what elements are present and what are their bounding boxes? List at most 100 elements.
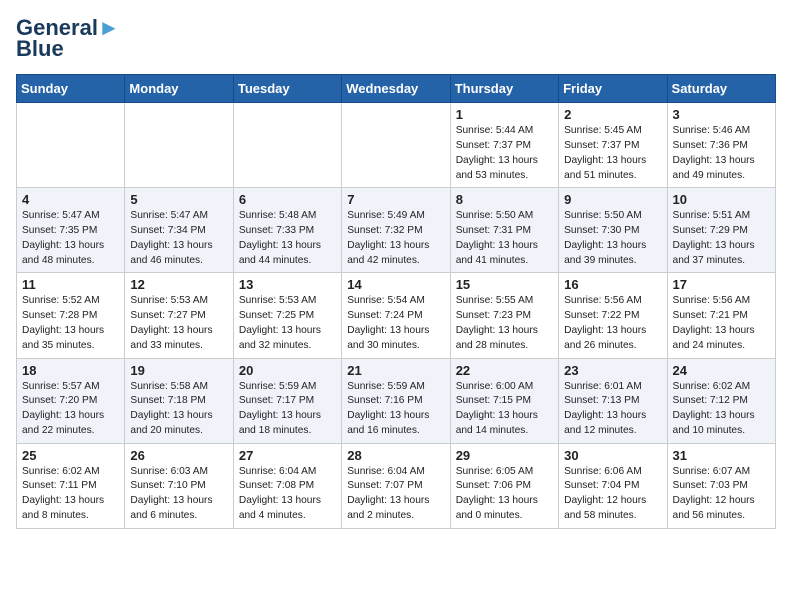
calendar-day-cell bbox=[233, 103, 341, 188]
day-number: 3 bbox=[673, 107, 770, 122]
day-info: Sunrise: 5:45 AM Sunset: 7:37 PM Dayligh… bbox=[564, 124, 661, 183]
day-number: 12 bbox=[130, 277, 227, 292]
day-number: 19 bbox=[130, 363, 227, 378]
calendar-day-cell: 24 Sunrise: 6:02 AM Sunset: 7:12 PM Dayli… bbox=[667, 358, 775, 443]
calendar-day-cell: 26 Sunrise: 6:03 AM Sunset: 7:10 PM Dayli… bbox=[125, 443, 233, 528]
calendar-day-cell: 5 Sunrise: 5:47 AM Sunset: 7:34 PM Daylig… bbox=[125, 188, 233, 273]
day-info: Sunrise: 6:02 AM Sunset: 7:11 PM Dayligh… bbox=[22, 465, 119, 524]
calendar-day-cell: 22 Sunrise: 6:00 AM Sunset: 7:15 PM Dayli… bbox=[450, 358, 558, 443]
calendar-week-row: 18 Sunrise: 5:57 AM Sunset: 7:20 PM Dayli… bbox=[17, 358, 776, 443]
day-info: Sunrise: 6:03 AM Sunset: 7:10 PM Dayligh… bbox=[130, 465, 227, 524]
day-info: Sunrise: 5:53 AM Sunset: 7:27 PM Dayligh… bbox=[130, 294, 227, 353]
day-number: 18 bbox=[22, 363, 119, 378]
day-number: 11 bbox=[22, 277, 119, 292]
day-number: 9 bbox=[564, 192, 661, 207]
day-info: Sunrise: 5:50 AM Sunset: 7:30 PM Dayligh… bbox=[564, 209, 661, 268]
calendar-day-cell: 13 Sunrise: 5:53 AM Sunset: 7:25 PM Dayli… bbox=[233, 273, 341, 358]
day-info: Sunrise: 5:54 AM Sunset: 7:24 PM Dayligh… bbox=[347, 294, 444, 353]
day-of-week-header: Tuesday bbox=[233, 75, 341, 103]
calendar-day-cell: 30 Sunrise: 6:06 AM Sunset: 7:04 PM Dayli… bbox=[559, 443, 667, 528]
day-number: 15 bbox=[456, 277, 553, 292]
day-number: 16 bbox=[564, 277, 661, 292]
calendar-day-cell: 11 Sunrise: 5:52 AM Sunset: 7:28 PM Dayli… bbox=[17, 273, 125, 358]
day-info: Sunrise: 5:55 AM Sunset: 7:23 PM Dayligh… bbox=[456, 294, 553, 353]
calendar-day-cell: 19 Sunrise: 5:58 AM Sunset: 7:18 PM Dayli… bbox=[125, 358, 233, 443]
day-of-week-header: Saturday bbox=[667, 75, 775, 103]
day-info: Sunrise: 5:56 AM Sunset: 7:22 PM Dayligh… bbox=[564, 294, 661, 353]
calendar-day-cell: 20Sunrise: 5:59 AM Sunset: 7:17 PM Dayli… bbox=[233, 358, 341, 443]
day-number: 20 bbox=[239, 363, 336, 378]
calendar-day-cell: 17Sunrise: 5:56 AM Sunset: 7:21 PM Dayli… bbox=[667, 273, 775, 358]
day-number: 26 bbox=[130, 448, 227, 463]
calendar-table: SundayMondayTuesdayWednesdayThursdayFrid… bbox=[16, 74, 776, 529]
day-info: Sunrise: 6:02 AM Sunset: 7:12 PM Dayligh… bbox=[673, 380, 770, 439]
day-info: Sunrise: 6:04 AM Sunset: 7:08 PM Dayligh… bbox=[239, 465, 336, 524]
calendar-day-cell: 6 Sunrise: 5:48 AM Sunset: 7:33 PM Daylig… bbox=[233, 188, 341, 273]
day-info: Sunrise: 5:47 AM Sunset: 7:35 PM Dayligh… bbox=[22, 209, 119, 268]
day-info: Sunrise: 6:06 AM Sunset: 7:04 PM Dayligh… bbox=[564, 465, 661, 524]
day-info: Sunrise: 5:56 AM Sunset: 7:21 PM Dayligh… bbox=[673, 294, 770, 353]
day-info: Sunrise: 5:48 AM Sunset: 7:33 PM Dayligh… bbox=[239, 209, 336, 268]
day-info: Sunrise: 6:05 AM Sunset: 7:06 PM Dayligh… bbox=[456, 465, 553, 524]
day-number: 10 bbox=[673, 192, 770, 207]
calendar-day-cell: 2 Sunrise: 5:45 AM Sunset: 7:37 PM Daylig… bbox=[559, 103, 667, 188]
day-info: Sunrise: 5:47 AM Sunset: 7:34 PM Dayligh… bbox=[130, 209, 227, 268]
day-info: Sunrise: 5:44 AM Sunset: 7:37 PM Dayligh… bbox=[456, 124, 553, 183]
day-number: 6 bbox=[239, 192, 336, 207]
day-number: 23 bbox=[564, 363, 661, 378]
calendar-day-cell: 14 Sunrise: 5:54 AM Sunset: 7:24 PM Dayli… bbox=[342, 273, 450, 358]
day-of-week-header: Friday bbox=[559, 75, 667, 103]
calendar-header-row: SundayMondayTuesdayWednesdayThursdayFrid… bbox=[17, 75, 776, 103]
calendar-day-cell: 10 Sunrise: 5:51 AM Sunset: 7:29 PM Dayli… bbox=[667, 188, 775, 273]
day-number: 21 bbox=[347, 363, 444, 378]
calendar-day-cell bbox=[17, 103, 125, 188]
day-number: 30 bbox=[564, 448, 661, 463]
day-number: 29 bbox=[456, 448, 553, 463]
day-number: 2 bbox=[564, 107, 661, 122]
day-number: 5 bbox=[130, 192, 227, 207]
calendar-day-cell: 1 Sunrise: 5:44 AM Sunset: 7:37 PM Daylig… bbox=[450, 103, 558, 188]
calendar-day-cell bbox=[125, 103, 233, 188]
calendar-week-row: 4Sunrise: 5:47 AM Sunset: 7:35 PM Daylig… bbox=[17, 188, 776, 273]
calendar-week-row: 11 Sunrise: 5:52 AM Sunset: 7:28 PM Dayli… bbox=[17, 273, 776, 358]
calendar-day-cell: 18 Sunrise: 5:57 AM Sunset: 7:20 PM Dayli… bbox=[17, 358, 125, 443]
day-number: 1 bbox=[456, 107, 553, 122]
day-info: Sunrise: 6:00 AM Sunset: 7:15 PM Dayligh… bbox=[456, 380, 553, 439]
calendar-day-cell: 29 Sunrise: 6:05 AM Sunset: 7:06 PM Dayli… bbox=[450, 443, 558, 528]
day-number: 7 bbox=[347, 192, 444, 207]
day-of-week-header: Monday bbox=[125, 75, 233, 103]
day-number: 14 bbox=[347, 277, 444, 292]
day-info: Sunrise: 5:59 AM Sunset: 7:16 PM Dayligh… bbox=[347, 380, 444, 439]
day-info: Sunrise: 6:01 AM Sunset: 7:13 PM Dayligh… bbox=[564, 380, 661, 439]
day-info: Sunrise: 5:53 AM Sunset: 7:25 PM Dayligh… bbox=[239, 294, 336, 353]
day-info: Sunrise: 6:07 AM Sunset: 7:03 PM Dayligh… bbox=[673, 465, 770, 524]
day-info: Sunrise: 5:52 AM Sunset: 7:28 PM Dayligh… bbox=[22, 294, 119, 353]
day-number: 22 bbox=[456, 363, 553, 378]
calendar-day-cell: 7Sunrise: 5:49 AM Sunset: 7:32 PM Daylig… bbox=[342, 188, 450, 273]
calendar-week-row: 1 Sunrise: 5:44 AM Sunset: 7:37 PM Daylig… bbox=[17, 103, 776, 188]
day-info: Sunrise: 5:58 AM Sunset: 7:18 PM Dayligh… bbox=[130, 380, 227, 439]
calendar-day-cell: 23 Sunrise: 6:01 AM Sunset: 7:13 PM Dayli… bbox=[559, 358, 667, 443]
day-of-week-header: Thursday bbox=[450, 75, 558, 103]
day-of-week-header: Wednesday bbox=[342, 75, 450, 103]
day-number: 25 bbox=[22, 448, 119, 463]
day-number: 13 bbox=[239, 277, 336, 292]
calendar-day-cell: 9 Sunrise: 5:50 AM Sunset: 7:30 PM Daylig… bbox=[559, 188, 667, 273]
calendar-day-cell: 12 Sunrise: 5:53 AM Sunset: 7:27 PM Dayli… bbox=[125, 273, 233, 358]
day-number: 28 bbox=[347, 448, 444, 463]
calendar-day-cell: 16 Sunrise: 5:56 AM Sunset: 7:22 PM Dayli… bbox=[559, 273, 667, 358]
day-info: Sunrise: 5:57 AM Sunset: 7:20 PM Dayligh… bbox=[22, 380, 119, 439]
day-number: 24 bbox=[673, 363, 770, 378]
day-info: Sunrise: 6:04 AM Sunset: 7:07 PM Dayligh… bbox=[347, 465, 444, 524]
calendar-day-cell: 28 Sunrise: 6:04 AM Sunset: 7:07 PM Dayli… bbox=[342, 443, 450, 528]
day-info: Sunrise: 5:51 AM Sunset: 7:29 PM Dayligh… bbox=[673, 209, 770, 268]
logo-subtext: Blue bbox=[16, 36, 64, 62]
calendar-day-cell: 21 Sunrise: 5:59 AM Sunset: 7:16 PM Dayli… bbox=[342, 358, 450, 443]
calendar-day-cell: 15 Sunrise: 5:55 AM Sunset: 7:23 PM Dayli… bbox=[450, 273, 558, 358]
calendar-day-cell: 25 Sunrise: 6:02 AM Sunset: 7:11 PM Dayli… bbox=[17, 443, 125, 528]
calendar-day-cell: 4Sunrise: 5:47 AM Sunset: 7:35 PM Daylig… bbox=[17, 188, 125, 273]
day-info: Sunrise: 5:46 AM Sunset: 7:36 PM Dayligh… bbox=[673, 124, 770, 183]
day-number: 8 bbox=[456, 192, 553, 207]
calendar-day-cell: 8Sunrise: 5:50 AM Sunset: 7:31 PM Daylig… bbox=[450, 188, 558, 273]
page-header: General► Blue bbox=[16, 16, 776, 62]
